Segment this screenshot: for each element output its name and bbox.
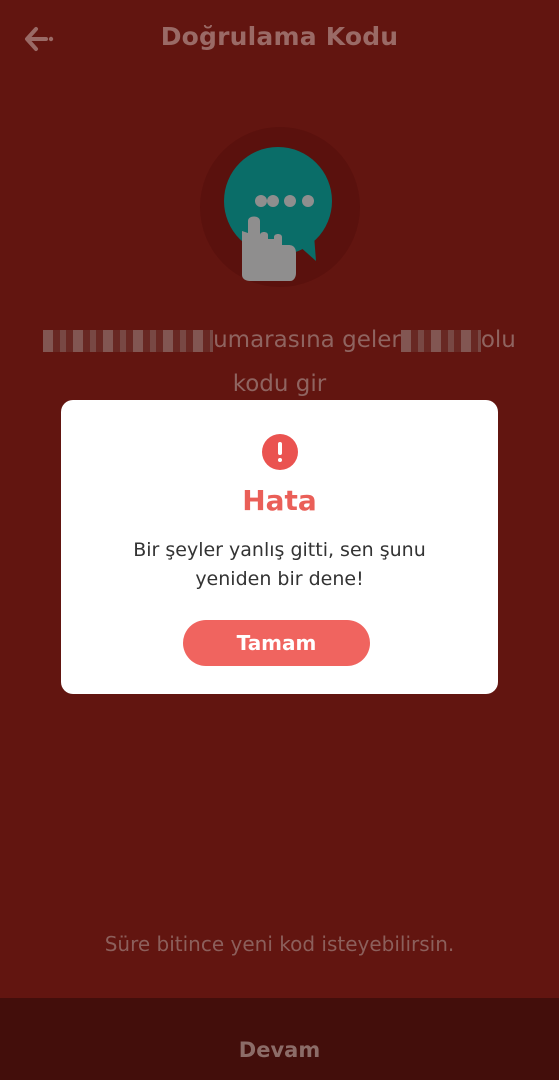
alert-circle-icon [262,434,298,470]
instruction-part1: umarasına geler [213,327,401,353]
redacted-phone-number [43,329,214,352]
error-dialog: Hata Bir şeyler yanlış gitti, sen şunu y… [61,400,498,694]
dialog-message-line2: yeniden bir dene! [195,568,364,590]
continue-button-label: Devam [238,1038,321,1062]
dialog-message: Bir şeyler yanlış gitti, sen şunu yenide… [101,536,458,594]
header: Doğrulama Kodu [0,0,559,80]
instruction-part2: olu [480,327,516,353]
redacted-text [400,329,481,352]
page-title: Doğrulama Kodu [160,22,399,51]
timer-text: Süre bitince yeni kod isteyebilirsin. [104,932,455,956]
chat-bubble-touch-icon [198,125,362,289]
continue-button[interactable]: Devam [0,998,559,1080]
instruction-text: umarasına geler olu kodu gir [20,318,539,406]
instruction-line2: kodu gir [232,371,327,397]
ok-button[interactable]: Tamam [183,620,370,666]
dialog-title: Hata [242,484,317,517]
dialog-message-line1: Bir şeyler yanlış gitti, sen şunu [133,539,426,561]
